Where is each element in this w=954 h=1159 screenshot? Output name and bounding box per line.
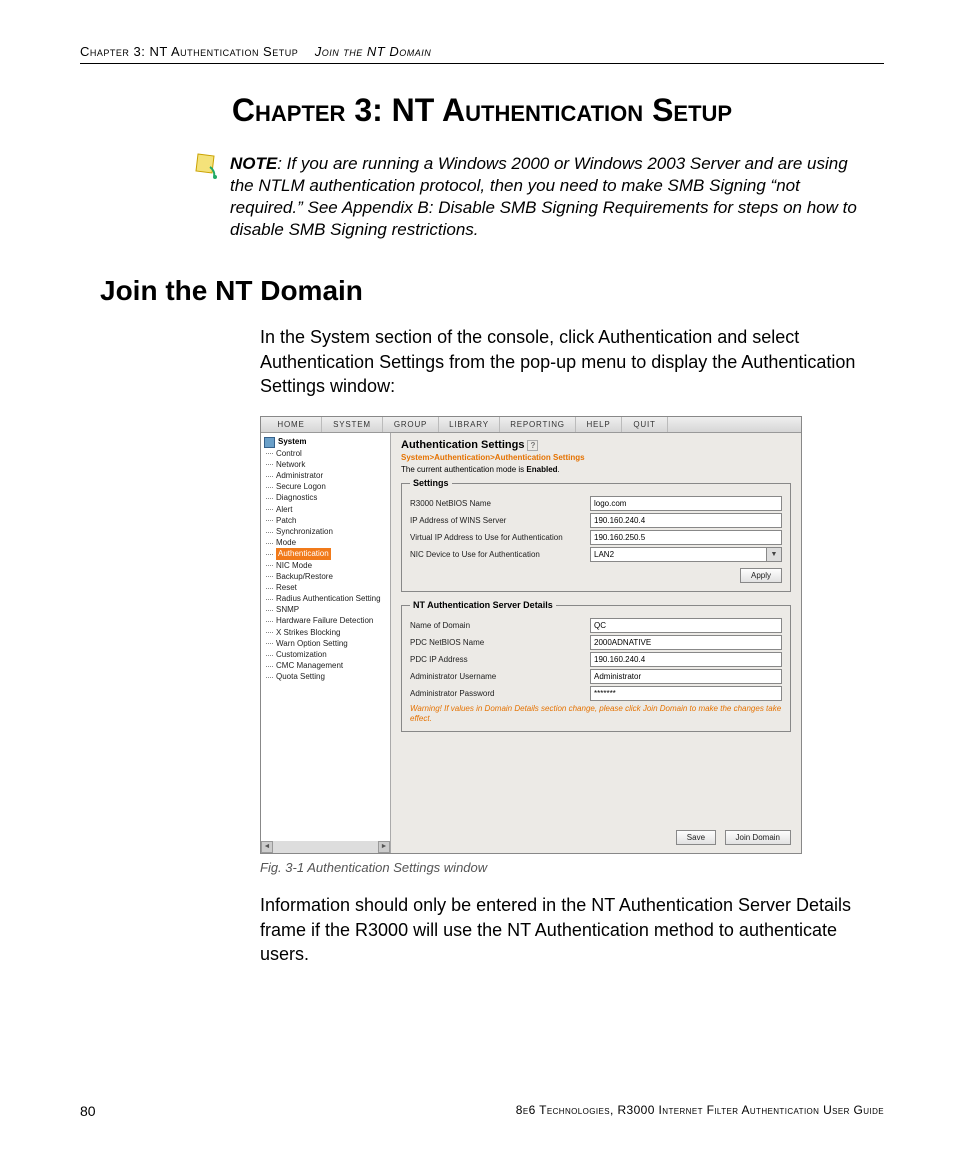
wins-label: IP Address of WINS Server — [410, 516, 590, 525]
running-head-chapter: Chapter 3: NT Authentication Setup — [80, 44, 298, 59]
nt-details-fieldset: NT Authentication Server Details Name of… — [401, 600, 791, 732]
app-window: HOME SYSTEM GROUP LIBRARY REPORTING HELP… — [260, 416, 802, 854]
domain-label: Name of Domain — [410, 621, 590, 630]
menu-library[interactable]: LIBRARY — [439, 417, 500, 432]
tree-node-mode[interactable]: Mode — [264, 537, 390, 548]
tree-node-cmc-management[interactable]: CMC Management — [264, 660, 390, 671]
tree-node-hardware-failure-detection[interactable]: Hardware Failure Detection — [264, 615, 390, 626]
admin-user-field[interactable]: Administrator — [590, 669, 782, 684]
note-block: NOTE: If you are running a Windows 2000 … — [230, 153, 874, 241]
menu-home[interactable]: HOME — [261, 417, 322, 432]
footer-guide: 8e6 Technologies, R3000 Internet Filter … — [516, 1103, 884, 1119]
nic-select[interactable]: LAN2 — [590, 547, 782, 562]
note-label: NOTE — [230, 154, 277, 173]
settings-fieldset: Settings R3000 NetBIOS Namelogo.com IP A… — [401, 478, 791, 592]
tree-node-radius-authentication-setting[interactable]: Radius Authentication Setting — [264, 593, 390, 604]
settings-legend: Settings — [410, 478, 452, 488]
figure-screenshot: HOME SYSTEM GROUP LIBRARY REPORTING HELP… — [260, 416, 884, 854]
netbios-field[interactable]: logo.com — [590, 496, 782, 511]
tree-node-synchronization[interactable]: Synchronization — [264, 526, 390, 537]
scroll-right-icon[interactable]: ► — [378, 841, 390, 853]
nav-tree: System ControlNetworkAdministratorSecure… — [261, 433, 391, 853]
menu-help[interactable]: HELP — [576, 417, 622, 432]
menu-system[interactable]: SYSTEM — [322, 417, 383, 432]
admin-user-label: Administrator Username — [410, 672, 590, 681]
closing-paragraph: Information should only be entered in th… — [260, 893, 874, 966]
section-title: Join the NT Domain — [100, 275, 884, 307]
tree-node-customization[interactable]: Customization — [264, 649, 390, 660]
admin-pass-label: Administrator Password — [410, 689, 590, 698]
tree-node-network[interactable]: Network — [264, 459, 390, 470]
apply-button[interactable]: Apply — [740, 568, 782, 583]
note-text: : If you are running a Windows 2000 or W… — [230, 154, 857, 239]
tree-node-warn-option-setting[interactable]: Warn Option Setting — [264, 638, 390, 649]
nic-label: NIC Device to Use for Authentication — [410, 550, 590, 559]
tree-node-alert[interactable]: Alert — [264, 504, 390, 515]
tree-node-administrator[interactable]: Administrator — [264, 470, 390, 481]
page-footer: 80 8e6 Technologies, R3000 Internet Filt… — [80, 1103, 884, 1119]
pdc-netbios-field[interactable]: 2000ADNATIVE — [590, 635, 782, 650]
bottom-button-bar: Save Join Domain — [670, 830, 791, 845]
tree-node-x-strikes-blocking[interactable]: X Strikes Blocking — [264, 627, 390, 638]
tree-node-patch[interactable]: Patch — [264, 515, 390, 526]
tree-node-quota-setting[interactable]: Quota Setting — [264, 671, 390, 682]
help-icon[interactable]: ? — [527, 440, 538, 451]
pdc-ip-label: PDC IP Address — [410, 655, 590, 664]
tree-node-diagnostics[interactable]: Diagnostics — [264, 492, 390, 503]
tree-node-backup-restore[interactable]: Backup/Restore — [264, 571, 390, 582]
tree-root[interactable]: System — [264, 436, 390, 447]
panel-title: Authentication Settings? — [401, 439, 791, 451]
domain-field[interactable]: QC — [590, 618, 782, 633]
save-button[interactable]: Save — [676, 830, 716, 845]
breadcrumb: System>Authentication>Authentication Set… — [401, 453, 791, 462]
figure-caption: Fig. 3-1 Authentication Settings window — [260, 860, 884, 875]
menu-quit[interactable]: QUIT — [622, 417, 668, 432]
menu-group[interactable]: GROUP — [383, 417, 439, 432]
tree-node-snmp[interactable]: SNMP — [264, 604, 390, 615]
content-panel: Authentication Settings? System>Authenti… — [391, 433, 801, 853]
vip-field[interactable]: 190.160.250.5 — [590, 530, 782, 545]
running-head-section: Join the NT Domain — [315, 44, 432, 59]
system-icon — [264, 437, 275, 448]
vip-label: Virtual IP Address to Use for Authentica… — [410, 533, 590, 542]
tree-scrollbar[interactable]: ◄► — [261, 841, 390, 853]
pdc-netbios-label: PDC NetBIOS Name — [410, 638, 590, 647]
running-head: Chapter 3: NT Authentication Setup Join … — [80, 44, 884, 64]
tree-node-authentication[interactable]: Authentication — [264, 548, 390, 559]
page-number: 80 — [80, 1103, 96, 1119]
scroll-left-icon[interactable]: ◄ — [261, 841, 273, 853]
netbios-label: R3000 NetBIOS Name — [410, 499, 590, 508]
auth-mode-line: The current authentication mode is Enabl… — [401, 465, 791, 474]
tree-node-secure-logon[interactable]: Secure Logon — [264, 481, 390, 492]
pdc-ip-field[interactable]: 190.160.240.4 — [590, 652, 782, 667]
tree-node-nic-mode[interactable]: NIC Mode — [264, 560, 390, 571]
note-icon — [192, 151, 220, 185]
warning-text: Warning! If values in Domain Details sec… — [410, 704, 782, 723]
menu-reporting[interactable]: REPORTING — [500, 417, 576, 432]
tree-node-control[interactable]: Control — [264, 448, 390, 459]
menu-bar: HOME SYSTEM GROUP LIBRARY REPORTING HELP… — [261, 417, 801, 433]
wins-field[interactable]: 190.160.240.4 — [590, 513, 782, 528]
intro-paragraph: In the System section of the console, cl… — [260, 325, 874, 398]
chapter-title: Chapter 3: NT Authentication Setup — [80, 92, 884, 129]
admin-pass-field[interactable]: ******* — [590, 686, 782, 701]
tree-node-reset[interactable]: Reset — [264, 582, 390, 593]
nt-details-legend: NT Authentication Server Details — [410, 600, 556, 610]
join-domain-button[interactable]: Join Domain — [725, 830, 791, 845]
